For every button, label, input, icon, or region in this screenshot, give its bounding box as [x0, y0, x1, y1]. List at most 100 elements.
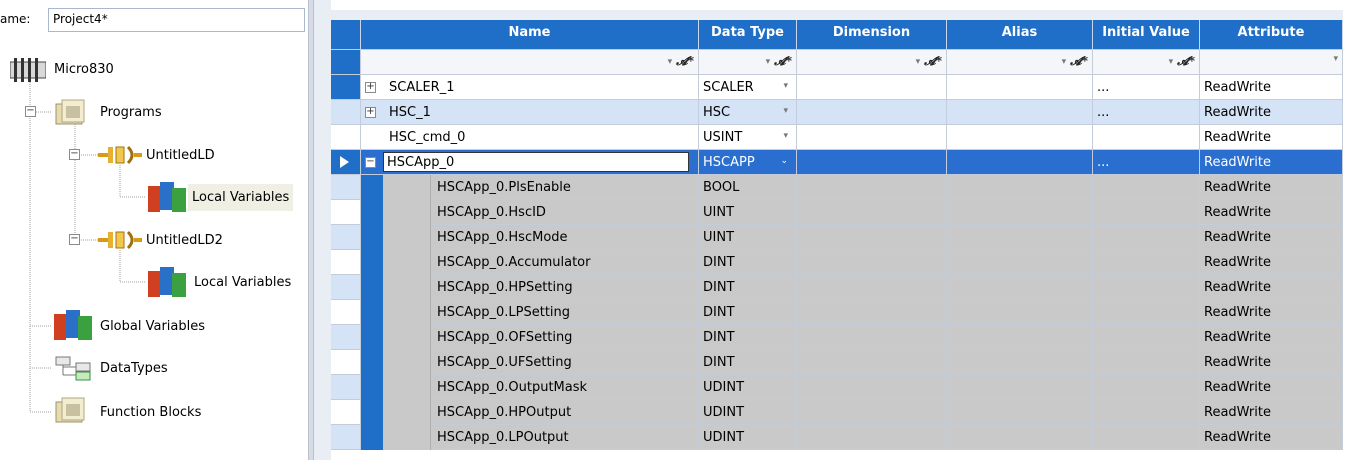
- tree-item-local-variables-1[interactable]: Local Variables: [188, 183, 294, 211]
- filter-attribute[interactable]: ▾: [1200, 50, 1343, 75]
- member-row[interactable]: HSCApp_0.PlsEnable BOOL ReadWrite: [331, 175, 1343, 200]
- member-name-cell[interactable]: HSCApp_0.PlsEnable: [431, 175, 699, 200]
- attribute-cell[interactable]: ReadWrite: [1200, 100, 1343, 125]
- member-attribute-cell[interactable]: ReadWrite: [1200, 400, 1343, 425]
- row-header[interactable]: [331, 375, 361, 400]
- member-initial-value-cell[interactable]: [1093, 250, 1200, 275]
- initial-value-cell[interactable]: ...: [1093, 150, 1200, 175]
- column-header-alias[interactable]: Alias: [947, 20, 1093, 50]
- member-dimension-cell[interactable]: [797, 325, 947, 350]
- column-header-dimension[interactable]: Dimension: [797, 20, 947, 50]
- member-dimension-cell[interactable]: [797, 350, 947, 375]
- row-header[interactable]: [331, 350, 361, 375]
- member-alias-cell[interactable]: [947, 175, 1093, 200]
- data-type-cell[interactable]: SCALER ▾: [699, 75, 797, 100]
- filter-name[interactable]: ▾ 𝓐*: [361, 50, 699, 75]
- member-alias-cell[interactable]: [947, 400, 1093, 425]
- member-data-type-cell[interactable]: DINT: [699, 300, 797, 325]
- member-row[interactable]: HSCApp_0.HPOutput UDINT ReadWrite: [331, 400, 1343, 425]
- row-header[interactable]: [331, 175, 361, 200]
- variable-name-cell[interactable]: + HSC_1: [361, 100, 699, 125]
- member-alias-cell[interactable]: [947, 350, 1093, 375]
- row-header[interactable]: [331, 275, 361, 300]
- data-type-cell[interactable]: HSCAPP ⌄: [699, 150, 797, 175]
- row-header[interactable]: [331, 325, 361, 350]
- member-name-cell[interactable]: HSCApp_0.HscMode: [431, 225, 699, 250]
- member-dimension-cell[interactable]: [797, 200, 947, 225]
- row-header[interactable]: [331, 250, 361, 275]
- member-alias-cell[interactable]: [947, 225, 1093, 250]
- member-attribute-cell[interactable]: ReadWrite: [1200, 175, 1343, 200]
- member-initial-value-cell[interactable]: [1093, 300, 1200, 325]
- filter-initial-value[interactable]: ▾ 𝓐*: [1093, 50, 1200, 75]
- member-dimension-cell[interactable]: [797, 400, 947, 425]
- member-row[interactable]: HSCApp_0.LPSetting DINT ReadWrite: [331, 300, 1343, 325]
- tree-item-controller[interactable]: Micro830: [48, 58, 120, 80]
- member-name-cell[interactable]: HSCApp_0.OFSetting: [431, 325, 699, 350]
- member-initial-value-cell[interactable]: [1093, 175, 1200, 200]
- member-row[interactable]: HSCApp_0.HscMode UINT ReadWrite: [331, 225, 1343, 250]
- member-data-type-cell[interactable]: BOOL: [699, 175, 797, 200]
- collapse-toggle-programs[interactable]: −: [25, 106, 36, 117]
- column-header-data-type[interactable]: Data Type: [699, 20, 797, 50]
- dropdown-arrow-icon[interactable]: ▾: [783, 106, 788, 116]
- member-data-type-cell[interactable]: UDINT: [699, 425, 797, 450]
- member-initial-value-cell[interactable]: [1093, 375, 1200, 400]
- alias-cell[interactable]: [947, 75, 1093, 100]
- alias-cell[interactable]: [947, 125, 1093, 150]
- member-data-type-cell[interactable]: DINT: [699, 350, 797, 375]
- expand-toggle[interactable]: +: [365, 82, 376, 93]
- member-row[interactable]: HSCApp_0.HPSetting DINT ReadWrite: [331, 275, 1343, 300]
- member-row[interactable]: HSCApp_0.LPOutput UDINT ReadWrite: [331, 425, 1343, 450]
- table-row[interactable]: + HSC_1 HSC ▾ ... ReadWrite: [331, 100, 1343, 125]
- initial-value-cell[interactable]: [1093, 125, 1200, 150]
- initial-value-cell[interactable]: ...: [1093, 100, 1200, 125]
- member-row[interactable]: HSCApp_0.HscID UINT ReadWrite: [331, 200, 1343, 225]
- member-data-type-cell[interactable]: UINT: [699, 200, 797, 225]
- filter-alias[interactable]: ▾ 𝓐*: [947, 50, 1093, 75]
- name-edit-box[interactable]: HSCApp_0: [383, 152, 689, 172]
- member-initial-value-cell[interactable]: [1093, 425, 1200, 450]
- variable-name-cell[interactable]: + SCALER_1: [361, 75, 699, 100]
- member-attribute-cell[interactable]: ReadWrite: [1200, 300, 1343, 325]
- member-dimension-cell[interactable]: [797, 425, 947, 450]
- member-attribute-cell[interactable]: ReadWrite: [1200, 225, 1343, 250]
- member-dimension-cell[interactable]: [797, 175, 947, 200]
- dropdown-arrow-icon[interactable]: ▾: [783, 81, 788, 91]
- variable-name-cell[interactable]: HSC_cmd_0: [361, 125, 699, 150]
- member-row[interactable]: HSCApp_0.Accumulator DINT ReadWrite: [331, 250, 1343, 275]
- attribute-cell[interactable]: ReadWrite: [1200, 150, 1343, 175]
- tree-item-datatypes[interactable]: DataTypes: [94, 357, 174, 379]
- member-data-type-cell[interactable]: DINT: [699, 275, 797, 300]
- member-row[interactable]: HSCApp_0.OFSetting DINT ReadWrite: [331, 325, 1343, 350]
- member-alias-cell[interactable]: [947, 375, 1093, 400]
- table-row[interactable]: HSC_cmd_0 USINT ▾ ReadWrite: [331, 125, 1343, 150]
- row-header[interactable]: [331, 300, 361, 325]
- dimension-cell[interactable]: [797, 100, 947, 125]
- row-header[interactable]: [331, 200, 361, 225]
- member-row[interactable]: HSCApp_0.OutputMask UDINT ReadWrite: [331, 375, 1343, 400]
- table-row[interactable]: + SCALER_1 SCALER ▾ ... ReadWrite: [331, 75, 1343, 100]
- variable-name-cell[interactable]: − HSCApp_0: [361, 150, 699, 175]
- member-dimension-cell[interactable]: [797, 250, 947, 275]
- member-dimension-cell[interactable]: [797, 300, 947, 325]
- column-header-name[interactable]: Name: [361, 20, 699, 50]
- dimension-cell[interactable]: [797, 125, 947, 150]
- collapse-toggle[interactable]: −: [365, 157, 376, 168]
- attribute-cell[interactable]: ReadWrite: [1200, 125, 1343, 150]
- member-alias-cell[interactable]: [947, 425, 1093, 450]
- tree-item-untitledld[interactable]: UntitledLD: [140, 144, 221, 166]
- member-alias-cell[interactable]: [947, 275, 1093, 300]
- member-initial-value-cell[interactable]: [1093, 225, 1200, 250]
- data-type-cell[interactable]: USINT ▾: [699, 125, 797, 150]
- member-attribute-cell[interactable]: ReadWrite: [1200, 200, 1343, 225]
- column-header-initial-value[interactable]: Initial Value: [1093, 20, 1200, 50]
- member-data-type-cell[interactable]: UDINT: [699, 375, 797, 400]
- member-name-cell[interactable]: HSCApp_0.HscID: [431, 200, 699, 225]
- member-data-type-cell[interactable]: DINT: [699, 250, 797, 275]
- member-data-type-cell[interactable]: UDINT: [699, 400, 797, 425]
- row-header[interactable]: [331, 75, 361, 100]
- collapse-toggle-untitledld2[interactable]: −: [69, 234, 80, 245]
- member-initial-value-cell[interactable]: [1093, 325, 1200, 350]
- member-dimension-cell[interactable]: [797, 275, 947, 300]
